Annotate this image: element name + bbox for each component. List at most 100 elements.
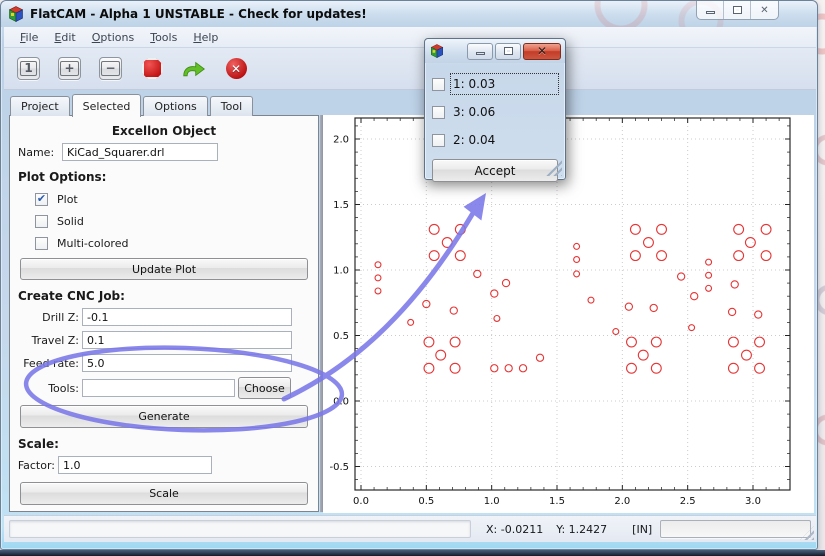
dialog-minimize-button[interactable] bbox=[467, 43, 493, 60]
dialog-maximize-button[interactable] bbox=[495, 43, 521, 60]
tab-options[interactable]: Options bbox=[143, 96, 207, 116]
update-plot-button[interactable]: Update Plot bbox=[20, 258, 308, 280]
drill-hole-marker bbox=[627, 363, 637, 373]
stop-sign-icon bbox=[142, 58, 163, 79]
drill-hole-marker bbox=[491, 365, 498, 372]
menu-file[interactable]: File bbox=[12, 29, 46, 46]
minimize-button[interactable] bbox=[697, 1, 724, 19]
zoom-out-button[interactable]: − bbox=[99, 57, 122, 80]
factor-input[interactable] bbox=[58, 456, 212, 474]
drill-hole-marker bbox=[429, 251, 439, 261]
drill-hole-marker bbox=[519, 365, 526, 372]
multicolored-checkbox[interactable]: ✔ bbox=[35, 237, 48, 250]
drill-hole-marker bbox=[450, 307, 457, 314]
drill-z-input[interactable] bbox=[82, 308, 292, 326]
tab-project[interactable]: Project bbox=[10, 96, 70, 116]
drill-hole-marker bbox=[755, 311, 762, 318]
titlebar[interactable]: FlatCAM - Alpha 1 UNSTABLE - Check for u… bbox=[1, 1, 817, 27]
multicolored-checkbox-row[interactable]: ✔ Multi-colored bbox=[35, 237, 318, 250]
scale-section-label: Scale: bbox=[18, 437, 318, 451]
travel-z-input[interactable] bbox=[82, 331, 292, 349]
x-tick-label: 1.5 bbox=[549, 496, 565, 507]
drill-hole-marker bbox=[755, 363, 765, 373]
plot-checkbox-row[interactable]: ✔ Plot bbox=[35, 193, 318, 206]
flatcam-logo-icon bbox=[8, 6, 24, 22]
drill-hole-marker bbox=[706, 285, 712, 291]
drill-hole-marker bbox=[588, 297, 594, 303]
drill-hole-marker bbox=[450, 363, 460, 373]
tool-2-checkbox[interactable]: ✔ bbox=[432, 134, 445, 147]
selected-tab-panel: Excellon Object Name: Plot Options: ✔ Pl… bbox=[9, 115, 319, 512]
drill-hole-marker bbox=[574, 257, 580, 263]
drill-hole-marker bbox=[734, 224, 744, 234]
tools-input[interactable] bbox=[82, 379, 235, 397]
menu-options[interactable]: Options bbox=[84, 29, 142, 46]
drill-hole-marker bbox=[494, 316, 500, 322]
choose-tools-button[interactable]: Choose bbox=[238, 377, 291, 399]
drill-hole-marker bbox=[442, 238, 452, 248]
cancel-button[interactable]: ✕ bbox=[224, 57, 248, 81]
tool-2-label: 2: 0.04 bbox=[451, 130, 558, 150]
travel-z-label: Travel Z: bbox=[10, 334, 82, 347]
tool-option-row-3[interactable]: ✔ 2: 0.04 bbox=[432, 128, 558, 152]
x-tick-label: 2.0 bbox=[614, 496, 630, 507]
green-arrow-icon bbox=[182, 59, 206, 79]
tool-option-row-1[interactable]: ✔ 1: 0.03 bbox=[432, 72, 558, 96]
cursor-y-coordinate: Y: 1.2427 bbox=[556, 523, 607, 536]
zoom-out-icon: − bbox=[101, 61, 119, 76]
maximize-icon bbox=[733, 6, 742, 14]
drill-z-label: Drill Z: bbox=[10, 311, 82, 324]
tab-selected[interactable]: Selected bbox=[72, 94, 142, 117]
close-button[interactable]: ✕ bbox=[751, 1, 778, 19]
drill-hole-marker bbox=[491, 290, 498, 297]
tool-1-checkbox[interactable]: ✔ bbox=[432, 78, 445, 91]
drill-hole-marker bbox=[761, 224, 771, 234]
tool-3-checkbox[interactable]: ✔ bbox=[432, 106, 445, 119]
y-tick-label: -0.5 bbox=[329, 462, 349, 473]
drill-hole-marker bbox=[505, 365, 512, 372]
tab-tool[interactable]: Tool bbox=[210, 96, 253, 116]
tab-bar: Project Selected Options Tool bbox=[10, 93, 255, 116]
zoom-in-button[interactable]: + bbox=[58, 57, 81, 80]
tool-option-row-2[interactable]: ✔ 3: 0.06 bbox=[432, 100, 558, 124]
menu-edit[interactable]: Edit bbox=[46, 29, 83, 46]
drill-hole-marker bbox=[436, 350, 446, 360]
accept-button[interactable]: Accept bbox=[432, 159, 558, 182]
drill-hole-marker bbox=[375, 275, 381, 281]
tool-3-label: 3: 0.06 bbox=[451, 102, 558, 122]
drill-hole-marker bbox=[761, 251, 771, 261]
tool-select-dialog: ✕ ✔ 1: 0.03 ✔ 3: 0.06 ✔ 2: 0.04 Accept bbox=[424, 38, 566, 180]
drill-hole-marker bbox=[657, 251, 667, 261]
drill-hole-marker bbox=[455, 251, 465, 261]
stop-button[interactable] bbox=[140, 57, 164, 81]
solid-checkbox-row[interactable]: ✔ Solid bbox=[35, 215, 318, 228]
zoom-fit-button[interactable]: 1 bbox=[17, 57, 40, 80]
plot-canvas[interactable]: 0.00.51.01.52.02.53.0-0.50.00.51.01.52.0 bbox=[323, 115, 814, 513]
drill-hole-marker bbox=[657, 224, 667, 234]
object-name-input[interactable] bbox=[62, 143, 218, 161]
feed-rate-input[interactable] bbox=[82, 354, 292, 372]
menu-tools[interactable]: Tools bbox=[142, 29, 185, 46]
solid-checkbox[interactable]: ✔ bbox=[35, 215, 48, 228]
statusbar: X: -0.0211 Y: 1.2427 [IN] bbox=[4, 515, 816, 542]
factor-row: Factor: bbox=[10, 456, 318, 474]
generate-button[interactable]: Generate bbox=[20, 405, 308, 428]
window-title: FlatCAM - Alpha 1 UNSTABLE - Check for u… bbox=[30, 7, 367, 21]
dialog-close-button[interactable]: ✕ bbox=[523, 43, 561, 60]
drill-hole-marker bbox=[455, 224, 465, 234]
replot-button[interactable] bbox=[182, 57, 206, 81]
drill-hole-marker bbox=[424, 363, 434, 373]
maximize-icon bbox=[504, 47, 513, 55]
maximize-button[interactable] bbox=[724, 1, 751, 19]
dialog-titlebar[interactable]: ✕ bbox=[425, 39, 565, 63]
drill-hole-marker bbox=[429, 224, 439, 234]
drill-hole-marker bbox=[574, 271, 580, 277]
x-tick-label: 0.0 bbox=[353, 496, 369, 507]
drill-hole-marker bbox=[536, 354, 543, 361]
x-tick-label: 3.0 bbox=[745, 496, 761, 507]
plot-checkbox[interactable]: ✔ bbox=[35, 193, 48, 206]
x-tick-label: 1.0 bbox=[484, 496, 500, 507]
scale-button[interactable]: Scale bbox=[20, 482, 308, 505]
menu-help[interactable]: Help bbox=[185, 29, 226, 46]
feed-rate-row: Feed rate: bbox=[10, 354, 318, 372]
